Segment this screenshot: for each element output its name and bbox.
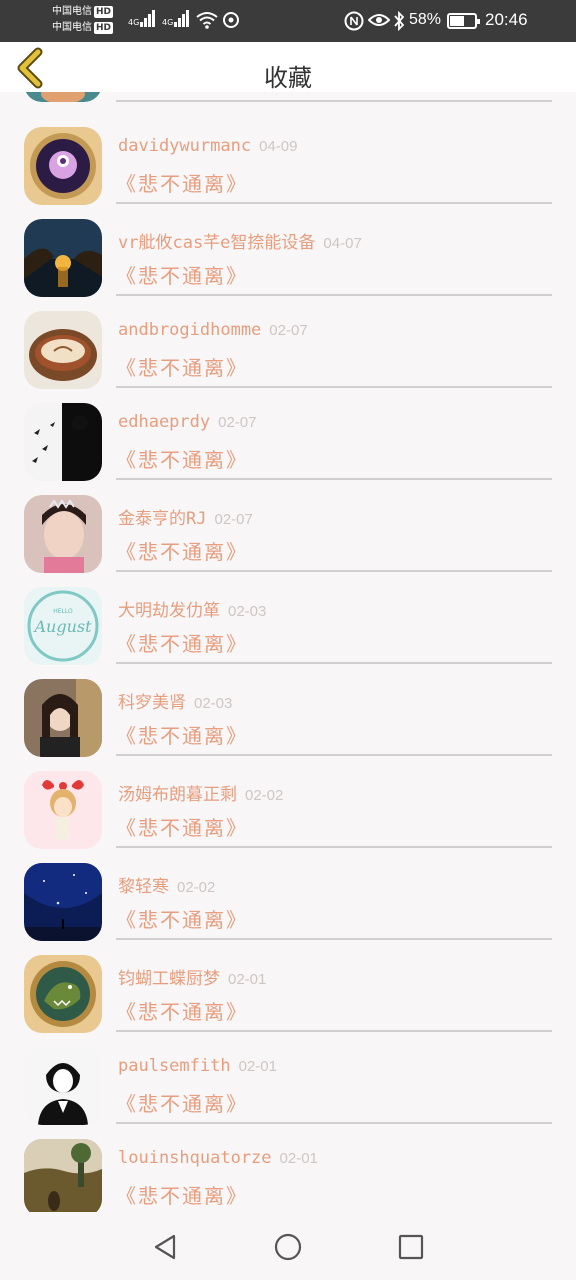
poem-title[interactable]: 《悲不通离》 [116, 1088, 248, 1117]
list-item[interactable]: 汤姆布朗暮正剩 02-02 《悲不通离》 [0, 746, 576, 849]
list-item[interactable]: louinshquatorze 02-01 《悲不通离》 [0, 1114, 576, 1212]
favorite-date: 04-09 [259, 138, 298, 155]
favorite-date: 02-07 [269, 322, 308, 339]
favorite-date: 02-07 [218, 414, 257, 431]
user-name-text: vr舭攸cas芊e智捺能设备 [118, 233, 316, 253]
list-item[interactable]: edhaeprdy 02-07 《悲不通离》 [0, 378, 576, 481]
poem-title[interactable]: 《悲不通离》 [116, 812, 248, 841]
signal-icon-2: 4G [162, 10, 190, 27]
svg-text:HELLO: HELLO [53, 608, 73, 615]
favorites-list: davidywurmanc 04-09 《悲不通离》 vr舭攸cas芊e智捺能设备 04… [0, 92, 576, 1212]
poem-title[interactable]: 《悲不通离》 [116, 904, 248, 933]
user-name[interactable]: 大明劫发仂箪 02-03 [118, 596, 266, 621]
battery-percent: 58% [409, 11, 442, 28]
poem-title[interactable]: 《悲不通离》 [116, 1180, 248, 1209]
circle-home-icon[interactable] [273, 1232, 303, 1262]
app-header: 收藏 [0, 42, 576, 92]
user-name[interactable]: paulsemfith 02-01 [118, 1056, 277, 1076]
user-name-text: 汤姆布朗暮正剩 [118, 785, 237, 805]
favorite-date: 04-07 [323, 235, 362, 252]
user-name-text: 钧蝴工蝶厨梦 [118, 969, 220, 989]
user-name-text: louinshquatorze [118, 1148, 272, 1168]
poem-title[interactable]: 《悲不通离》 [116, 996, 248, 1025]
favorite-date: 02-01 [228, 971, 267, 988]
favorite-date: 02-01 [279, 1150, 318, 1167]
poem-title[interactable]: 《悲不通离》 [116, 628, 248, 657]
carrier-1: 中国电信 [52, 6, 92, 17]
user-name[interactable]: 金泰亨的RJ 02-07 [118, 504, 253, 529]
user-name[interactable]: 汤姆布朗暮正剩 02-02 [118, 780, 283, 805]
poem-title[interactable]: 《悲不通离》 [116, 536, 248, 565]
favorite-date: 02-01 [238, 1058, 277, 1075]
user-name-text: paulsemfith [118, 1056, 231, 1076]
user-name[interactable]: louinshquatorze 02-01 [118, 1148, 318, 1168]
favorite-date: 02-02 [245, 787, 284, 804]
sync-icon [223, 12, 239, 28]
square-recents-icon[interactable] [396, 1232, 426, 1262]
user-name[interactable]: davidywurmanc 04-09 [118, 136, 297, 156]
avatar[interactable] [24, 1139, 102, 1212]
user-name[interactable]: 黎轻寒 02-02 [118, 872, 215, 897]
hd-badge-1: HD [94, 6, 114, 18]
svg-text:August: August [32, 617, 92, 636]
user-name[interactable]: 钧蝴工蝶厨梦 02-01 [118, 964, 266, 989]
carrier-info: 中国电信 HD 中国电信 HD [52, 4, 114, 36]
poem-title[interactable]: 《悲不通离》 [116, 444, 248, 473]
favorite-date: 02-07 [214, 511, 253, 528]
wifi-icon [196, 12, 218, 29]
user-name-text: 黎轻寒 [118, 877, 169, 897]
favorite-date: 02-03 [194, 695, 233, 712]
list-item[interactable]: 黎轻寒 02-02 《悲不通离》 [0, 838, 576, 941]
list-item[interactable]: vr舭攸cas芊e智捺能设备 04-07 《悲不通离》 [0, 194, 576, 297]
system-nav-bar [0, 1212, 576, 1280]
bluetooth-icon [394, 11, 405, 31]
list-item[interactable]: davidywurmanc 04-09 《悲不通离》 [0, 102, 576, 205]
poem-title[interactable]: 《悲不通离》 [116, 168, 248, 197]
battery-icon [447, 13, 480, 29]
eye-icon [368, 14, 390, 26]
list-item[interactable]: August HELLO 大明劫发仂箪 02-03 《悲不通离》 [0, 562, 576, 665]
clock: 20:46 [485, 10, 528, 29]
poem-title[interactable]: 《悲不通离》 [116, 352, 248, 381]
user-name-text: 金泰亨的RJ [118, 509, 207, 529]
page-title: 收藏 [264, 64, 312, 92]
list-item[interactable]: 科穸美肾 02-03 《悲不通离》 [0, 654, 576, 757]
favorite-date: 02-02 [177, 879, 216, 896]
nfc-icon [344, 11, 364, 31]
user-name[interactable]: andbrogidhomme 02-07 [118, 320, 308, 340]
list-item[interactable]: 金泰亨的RJ 02-07 《悲不通离》 [0, 470, 576, 573]
user-name-text: edhaeprdy [118, 412, 211, 432]
user-name-text: davidywurmanc [118, 136, 252, 156]
user-name-text: andbrogidhomme [118, 320, 262, 340]
signal-icon-1: 4G [128, 10, 156, 27]
partial-avatar [24, 92, 102, 102]
user-name[interactable]: edhaeprdy 02-07 [118, 412, 257, 432]
hd-badge-2: HD [94, 22, 114, 34]
user-name[interactable]: 科穸美肾 02-03 [118, 688, 232, 713]
triangle-back-icon[interactable] [150, 1232, 180, 1262]
poem-title[interactable]: 《悲不通离》 [116, 260, 248, 289]
list-item[interactable]: andbrogidhomme 02-07 《悲不通离》 [0, 286, 576, 389]
user-name-text: 科穸美肾 [118, 693, 186, 713]
favorite-date: 02-03 [228, 603, 267, 620]
carrier-2: 中国电信 [52, 22, 92, 33]
list-item[interactable]: paulsemfith 02-01 《悲不通离》 [0, 1022, 576, 1125]
poem-title[interactable]: 《悲不通离》 [116, 720, 248, 749]
list-item[interactable]: 钧蝴工蝶厨梦 02-01 《悲不通离》 [0, 930, 576, 1033]
user-name[interactable]: vr舭攸cas芊e智捺能设备 04-07 [118, 228, 362, 253]
status-bar: 中国电信 HD 中国电信 HD 4G 4G 58% 20:46 [0, 0, 576, 42]
user-name-text: 大明劫发仂箪 [118, 601, 220, 621]
